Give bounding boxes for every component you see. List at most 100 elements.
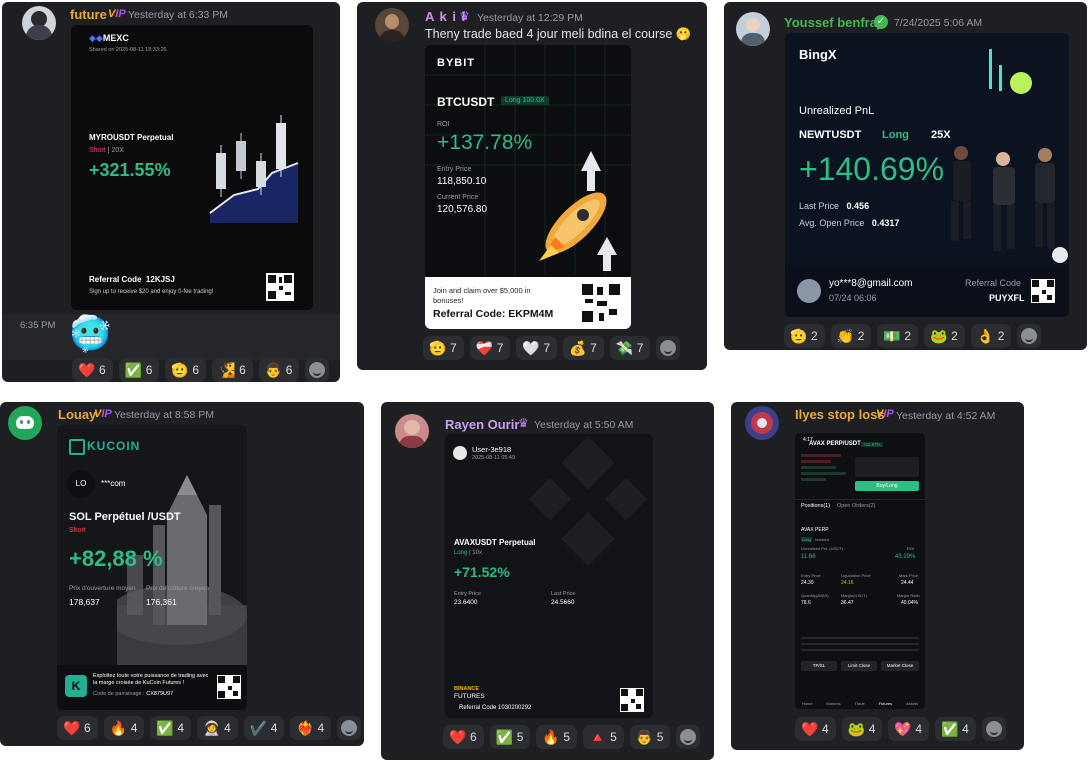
message-text: Theny trade baed 4 jour meli bdina el co… — [425, 27, 692, 41]
position-tag: Long 100.0X — [501, 96, 549, 105]
nav-futures[interactable]: Futures — [879, 701, 893, 706]
pnl-value: +140.69% — [799, 151, 945, 187]
margin-value: 36.47 — [841, 600, 854, 606]
current-label: Current Price — [437, 194, 479, 201]
ref-code: PUYXFL — [989, 293, 1025, 303]
reaction[interactable]: ❤️ 6 — [443, 725, 484, 749]
referral-code: Referral Code: EKPM4M — [433, 308, 554, 320]
reaction-count: 7 — [543, 341, 551, 355]
avatar[interactable] — [22, 6, 56, 40]
reaction[interactable]: ✅ 5 — [489, 725, 531, 749]
reaction-count: 5 — [563, 730, 571, 744]
exchange-app-screenshot[interactable]: 4:17 AVAX PERP/USDT +11.87% Buy/Long Pos… — [795, 433, 925, 709]
reaction[interactable]: 🧑‍🚀 4 — [197, 716, 238, 740]
avatar[interactable] — [745, 406, 779, 440]
referral-code: Code de parrainage : CX879U97 — [93, 691, 174, 697]
username[interactable]: Rayen Ourir — [445, 417, 519, 432]
reaction-emoji: ❤️ — [78, 362, 96, 378]
reaction[interactable]: ✅ 6 — [118, 358, 160, 382]
reaction-count: 6 — [470, 730, 477, 744]
add-reaction-button[interactable] — [981, 717, 1006, 741]
reaction[interactable]: 🔺 5 — [583, 725, 624, 749]
reaction[interactable]: ✅ 4 — [935, 717, 976, 741]
reaction-count: 4 — [224, 721, 231, 735]
binance-watermark-icon — [528, 436, 648, 566]
reaction[interactable]: 🔥 4 — [103, 716, 145, 740]
market-close-button[interactable]: Market Close — [881, 661, 919, 671]
nav-home[interactable]: Home — [802, 701, 813, 706]
reaction[interactable]: ❤️‍🩹 7 — [469, 336, 511, 360]
username[interactable]: Louay — [58, 407, 96, 422]
nav-trade[interactable]: Trade — [854, 701, 864, 706]
reaction[interactable]: 💖 4 — [888, 717, 930, 741]
pnl-value: 11.66 — [801, 554, 816, 560]
trade-card-bybit[interactable]: BYBIT BTCUSDT Long 100.0X ROI +137.78% E… — [425, 45, 631, 329]
open-value: 178,637 — [69, 597, 100, 607]
reaction[interactable]: ❤️ 4 — [795, 717, 836, 741]
reactions-bar: ❤️ 4 🐸 4 💖 4 ✅ 4 — [795, 717, 1006, 741]
tp-sl-button[interactable]: TP/SL — [801, 661, 837, 671]
reaction-count: 2 — [857, 329, 865, 343]
liq-value: 24.16 — [841, 580, 854, 586]
nav-assets[interactable]: Assets — [906, 701, 918, 706]
reaction[interactable]: 👌 2 — [970, 324, 1012, 348]
reaction-emoji: 💖 — [894, 721, 912, 737]
limit-close-button[interactable]: Limit Close — [841, 661, 877, 671]
trade-card-kucoin[interactable]: KUCOIN LO ***com SOL Perpétuel /USDT Sho… — [57, 425, 247, 710]
tab-open-orders[interactable]: Open Orders(2) — [837, 503, 876, 509]
username[interactable]: Ilyes stop loss — [795, 407, 885, 422]
reaction-emoji: ❤️ — [63, 720, 81, 736]
reaction[interactable]: 💸 7 — [609, 336, 651, 360]
reaction-emoji: ✅ — [156, 720, 174, 736]
reaction[interactable]: ❤️ 6 — [57, 716, 98, 740]
reaction[interactable]: ❤️ 6 — [72, 358, 113, 382]
reaction-count: 7 — [496, 341, 504, 355]
close-value: 176,361 — [146, 597, 177, 607]
tab-positions[interactable]: Positions(1) — [801, 503, 830, 509]
reaction[interactable]: 🔥 5 — [536, 725, 578, 749]
roi-label: ROI — [437, 121, 450, 128]
liq-label: Liquidation Price — [841, 573, 871, 578]
nav-markets[interactable]: Markets — [826, 701, 840, 706]
message-louay: Louay VIP Yesterday at 8:58 PM KUCOIN LO… — [0, 402, 364, 746]
trade-card-mexc[interactable]: ◆◆MEXC Shared on 2025-08-11 18:33:26 MYR… — [71, 25, 313, 310]
reaction[interactable]: 💵 2 — [877, 324, 919, 348]
reaction-emoji: 🐸 — [930, 328, 948, 344]
add-reaction-button[interactable] — [305, 358, 330, 382]
reaction-count: 2 — [997, 329, 1005, 343]
reaction[interactable]: 👨 5 — [629, 725, 671, 749]
reaction[interactable]: 👨 6 — [258, 358, 300, 382]
avatar[interactable] — [736, 12, 770, 46]
avatar[interactable] — [375, 8, 409, 42]
reaction[interactable]: 🧏 6 — [212, 358, 253, 382]
reaction[interactable]: 🐸 4 — [841, 717, 883, 741]
avatar[interactable] — [8, 406, 42, 440]
reaction-count: 5 — [610, 730, 617, 744]
reaction[interactable]: 🫡 2 — [784, 324, 825, 348]
trade-card-bingx[interactable]: BingX Unrealized PnL NEWTUSDT Long 25X +… — [785, 33, 1069, 317]
reaction[interactable]: 🤍 7 — [516, 336, 558, 360]
username[interactable]: future — [70, 7, 107, 22]
buy-long-button[interactable]: Buy/Long — [855, 481, 919, 491]
avatar[interactable] — [395, 414, 429, 448]
reaction[interactable]: 👏 2 — [830, 324, 872, 348]
pair: MYROUSDT Perpetual — [89, 133, 174, 142]
add-reaction-button[interactable] — [676, 725, 701, 749]
reaction[interactable]: ✔️ 4 — [243, 716, 285, 740]
add-reaction-button[interactable] — [1017, 324, 1042, 348]
size-value: 78.6 — [801, 600, 811, 606]
reaction[interactable]: 🐸 2 — [924, 324, 965, 348]
trade-card-binance[interactable]: User-3e918 2025-08-11 05:49 AVAXUSDT Per… — [445, 434, 653, 718]
username[interactable]: Youssef benfraj — [784, 15, 881, 30]
add-reaction-button[interactable] — [656, 336, 681, 360]
reaction-count: 6 — [145, 363, 153, 377]
add-reaction-button[interactable] — [337, 716, 362, 740]
reaction[interactable]: 🫡 7 — [423, 336, 464, 360]
reaction[interactable]: ✅ 4 — [150, 716, 192, 740]
orderbook-panel — [801, 451, 851, 495]
reaction[interactable]: 💰 7 — [563, 336, 604, 360]
reaction[interactable]: ❤️‍🔥 4 — [290, 716, 332, 740]
promo-text: Sign up to receive $20 and enjoy 0-fee t… — [89, 289, 214, 295]
reaction[interactable]: 🫡 6 — [165, 358, 207, 382]
smiley-icon — [1021, 328, 1038, 344]
